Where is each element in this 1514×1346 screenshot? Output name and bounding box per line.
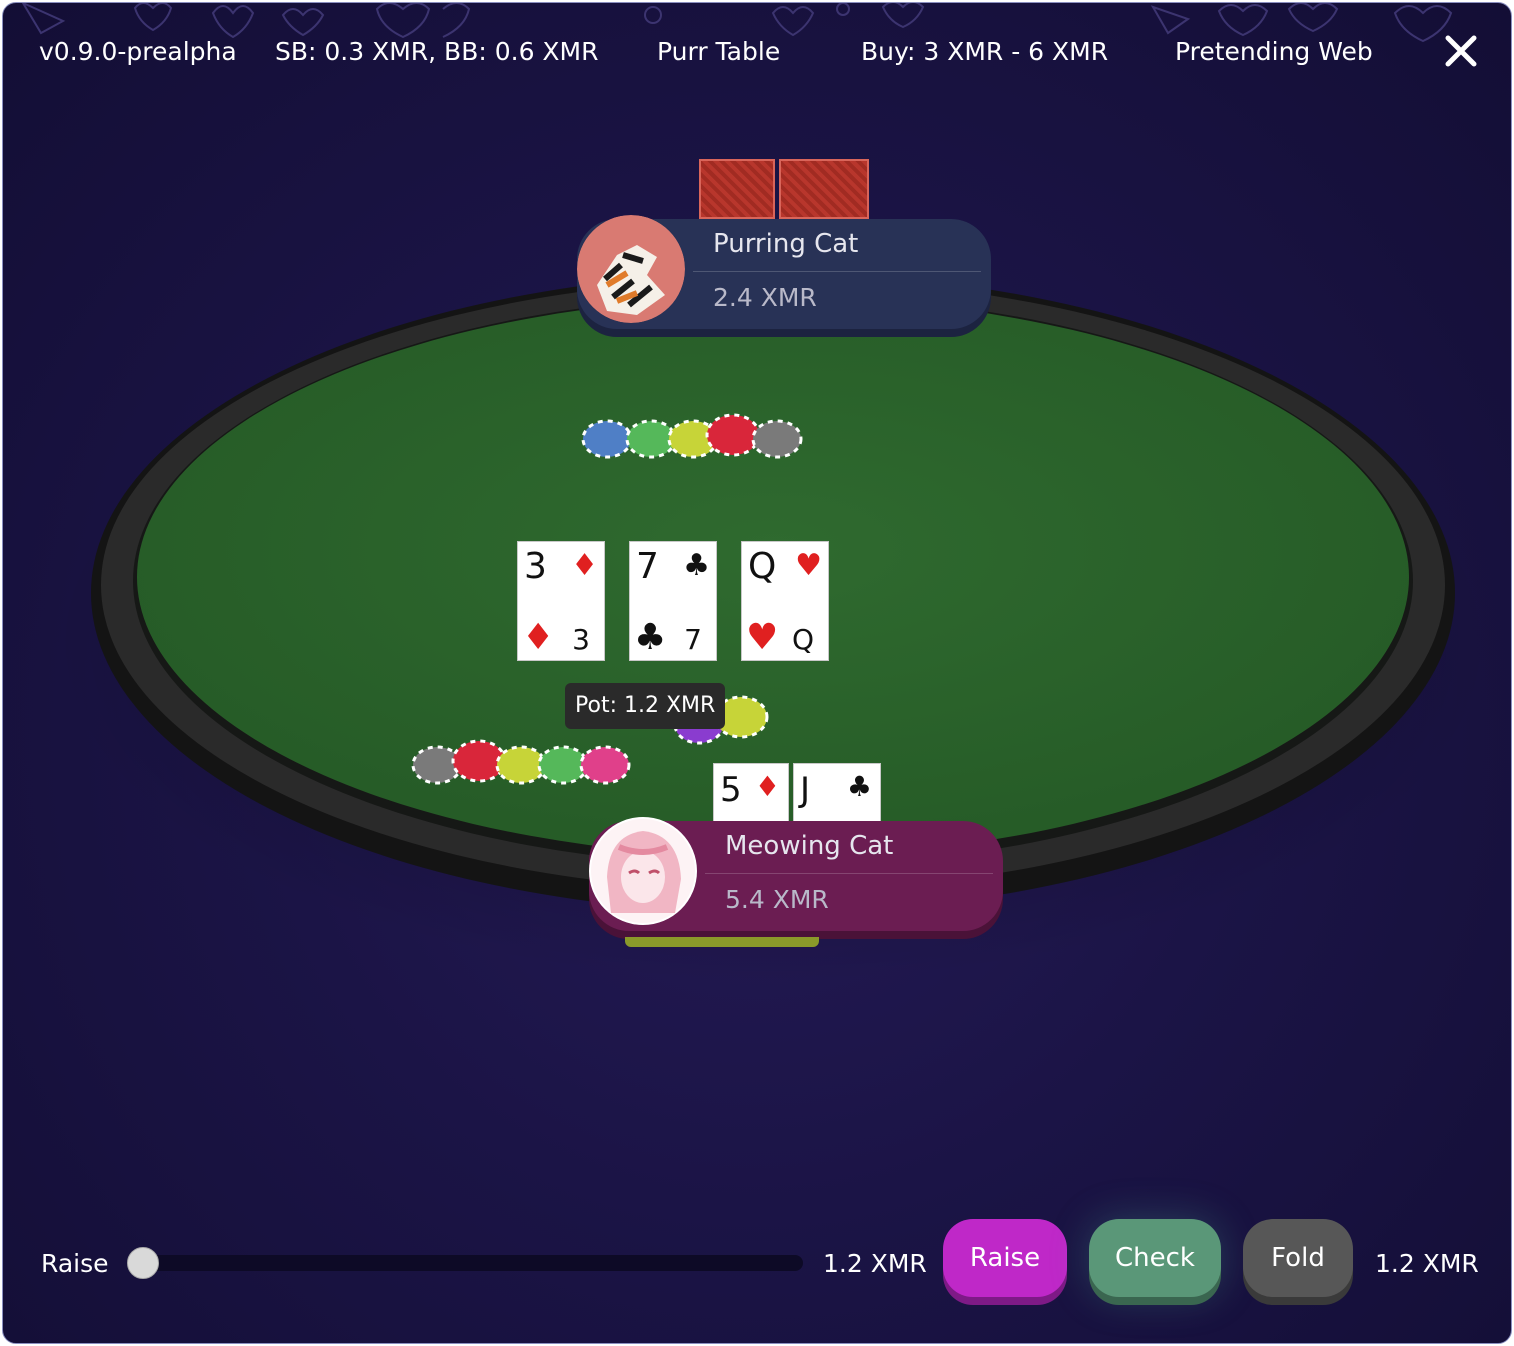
hero-stack: 5.4 XMR [725,885,829,914]
raise-slider-track[interactable] [145,1255,803,1271]
board-card-3-rank: Q [748,546,777,587]
heart-icon: ♥ [746,617,779,658]
opponent-divider [693,271,981,272]
board-card-2: 7 ♣ ♣ 7 [629,541,717,661]
raise-button[interactable]: Raise [943,1219,1067,1297]
diamond-icon: ♦ [522,617,555,658]
poker-window: v0.9.0-prealpha SB: 0.3 XMR, BB: 0.6 XMR… [2,2,1512,1344]
heart-icon: ♥ [795,548,822,583]
opponent-card-back-1 [699,159,775,219]
hero-hole-card-1-rank: 5 [720,770,742,810]
hero-divider [705,873,993,874]
hero-hole-card-2: J ♣ [793,763,881,825]
board-card-2-rank-bottom: 7 [684,623,702,656]
raise-amount: 1.2 XMR [823,1249,927,1278]
board-card-3-rank-bottom: Q [791,623,814,656]
hero-timer-bar [625,937,819,947]
hero-hole-card-1: 5 ♦ [713,763,789,825]
opponent-card-back-2 [779,159,869,219]
hero-name: Meowing Cat [725,831,894,861]
board-card-1: 3 ♦ ♦ 3 [517,541,605,661]
hero-hole-card-2-rank: J [800,770,811,810]
club-icon: ♣ [634,617,667,658]
opponent-bet-chips [581,413,803,459]
board-card-3: Q ♥ ♥ Q [741,541,829,661]
opponent-name: Purring Cat [713,229,859,259]
raise-slider-thumb[interactable] [127,1247,159,1279]
opponent-avatar [577,215,685,323]
check-button[interactable]: Check [1089,1219,1221,1297]
action-bar: Raise 1.2 XMR Raise Check Fold 1.2 XMR [3,1203,1511,1323]
hero-seat: Meowing Cat 5.4 XMR [589,817,1003,931]
diamond-icon: ♦ [754,770,780,803]
board-card-2-rank: 7 [636,546,659,587]
call-amount: 1.2 XMR [1375,1249,1479,1278]
club-icon: ♣ [683,548,710,583]
raise-label: Raise [41,1249,109,1278]
board-card-1-rank-bottom: 3 [572,623,590,656]
club-icon: ♣ [846,770,872,803]
diamond-icon: ♦ [571,548,598,583]
hero-bet-chips [411,739,631,785]
fold-button[interactable]: Fold [1243,1219,1353,1297]
board-card-1-rank: 3 [524,546,547,587]
opponent-seat: Purring Cat 2.4 XMR [577,215,991,329]
pot-tooltip: Pot: 1.2 XMR [565,683,726,729]
hero-avatar [589,817,697,925]
opponent-stack: 2.4 XMR [713,283,817,312]
